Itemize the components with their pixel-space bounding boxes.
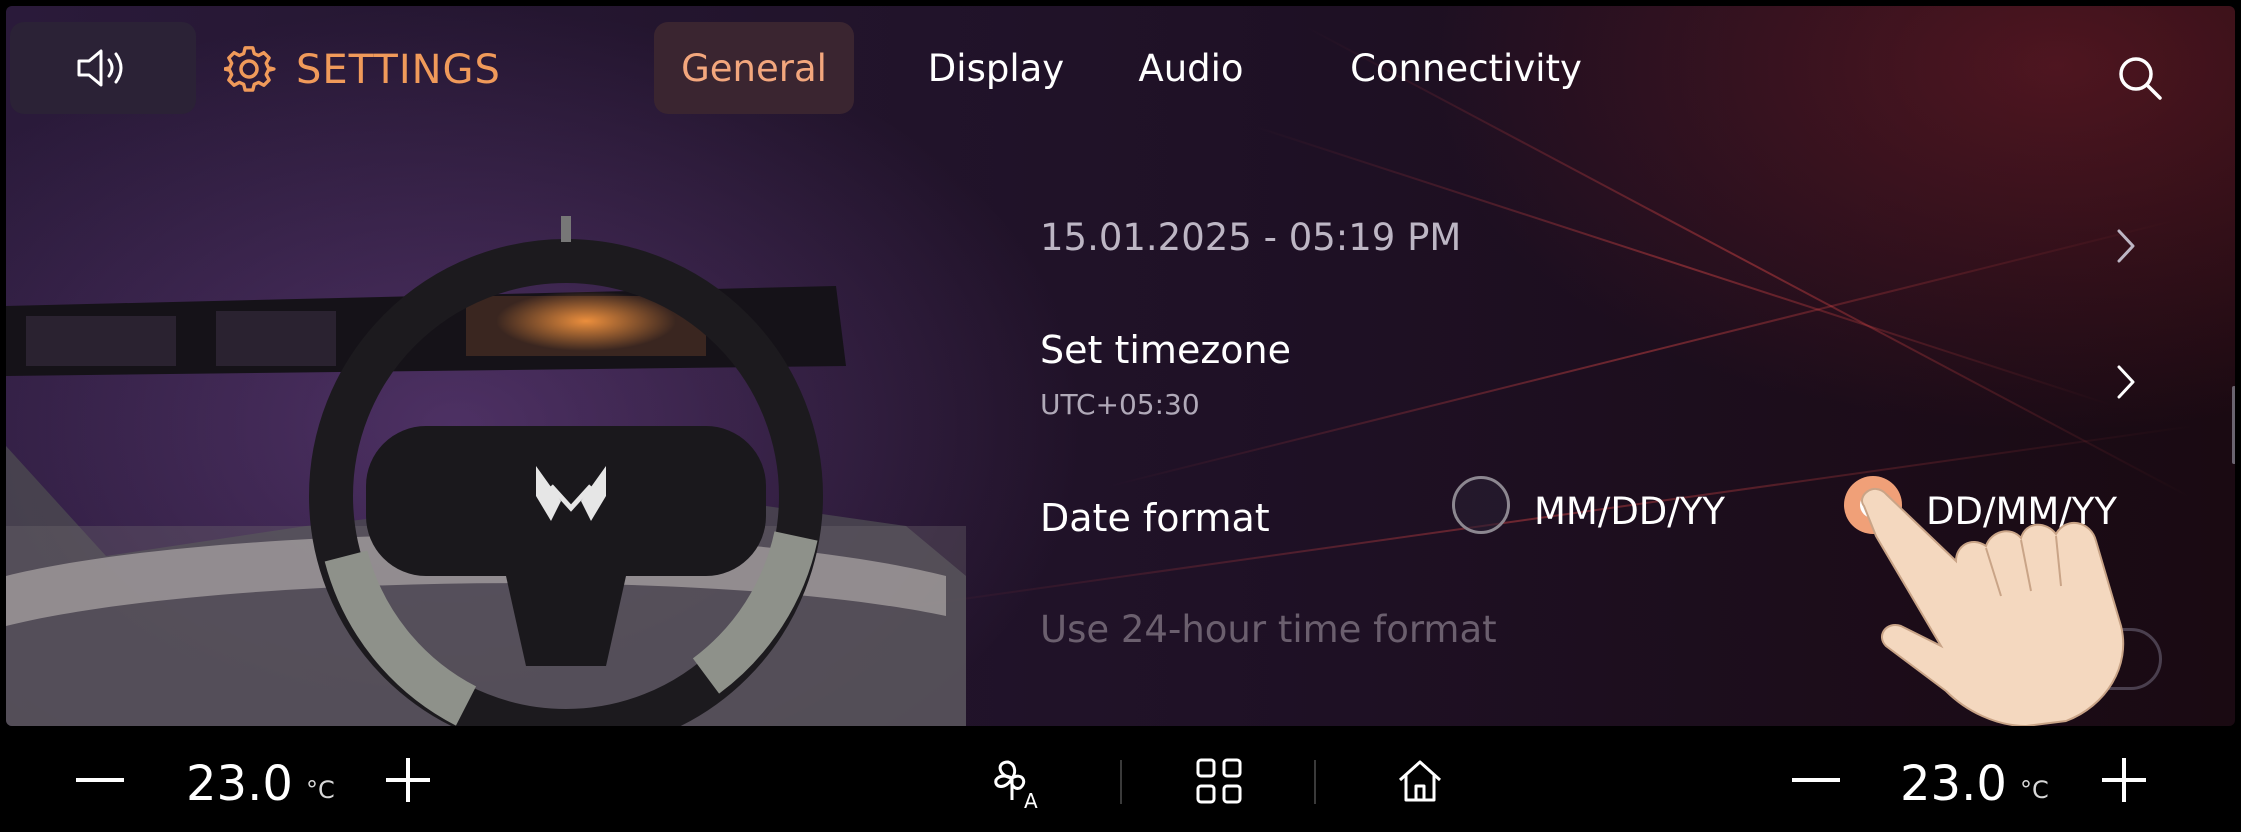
time-format-24h-label: Use 24-hour time format <box>1040 608 1497 651</box>
home-icon[interactable] <box>1396 758 1444 804</box>
minus-icon[interactable] <box>1790 776 1842 784</box>
right-temperature: 23.0 <box>1900 756 2007 812</box>
volume-button[interactable] <box>10 22 196 114</box>
tab-audio[interactable]: Audio <box>1116 22 1266 114</box>
apps-grid-icon[interactable] <box>1196 758 1242 804</box>
timezone-setting[interactable]: Set timezone <box>1040 328 1291 372</box>
settings-screen: SETTINGS General Display Audio Connectiv… <box>6 6 2235 726</box>
settings-header: SETTINGS <box>224 42 501 98</box>
right-temperature-unit: °C <box>2020 776 2049 804</box>
plus-icon[interactable] <box>384 756 432 804</box>
left-temperature: 23.0 <box>186 756 293 812</box>
volume-icon <box>77 49 123 87</box>
minus-icon[interactable] <box>74 776 126 784</box>
divider <box>1120 760 1122 804</box>
radio-mm-dd-yy[interactable] <box>1452 476 1510 534</box>
tab-connectivity[interactable]: Connectivity <box>1316 22 1616 114</box>
datetime-setting[interactable]: 15.01.2025 - 05:19 PM <box>1040 216 1461 259</box>
radio-label-mm-dd-yy[interactable]: MM/DD/YY <box>1534 490 1725 533</box>
tab-general[interactable]: General <box>654 22 854 114</box>
fan-auto-icon[interactable]: A <box>992 756 1048 812</box>
date-format-label: Date format <box>1040 496 1270 540</box>
timezone-value: UTC+05:30 <box>1040 388 1200 421</box>
chevron-right-icon[interactable] <box>2114 362 2138 402</box>
plus-icon[interactable] <box>2100 756 2148 804</box>
scrollbar[interactable] <box>2232 386 2235 464</box>
tab-display[interactable]: Display <box>896 22 1096 114</box>
search-icon[interactable] <box>2116 54 2166 104</box>
svg-text:A: A <box>1024 789 1038 812</box>
page-title: SETTINGS <box>296 47 501 93</box>
chevron-right-icon[interactable] <box>2114 226 2138 266</box>
divider <box>1314 760 1316 804</box>
dashboard-illustration <box>6 216 966 726</box>
hand-pointer-icon <box>1861 487 2125 726</box>
left-temperature-unit: °C <box>306 776 335 804</box>
gear-icon <box>224 46 276 92</box>
